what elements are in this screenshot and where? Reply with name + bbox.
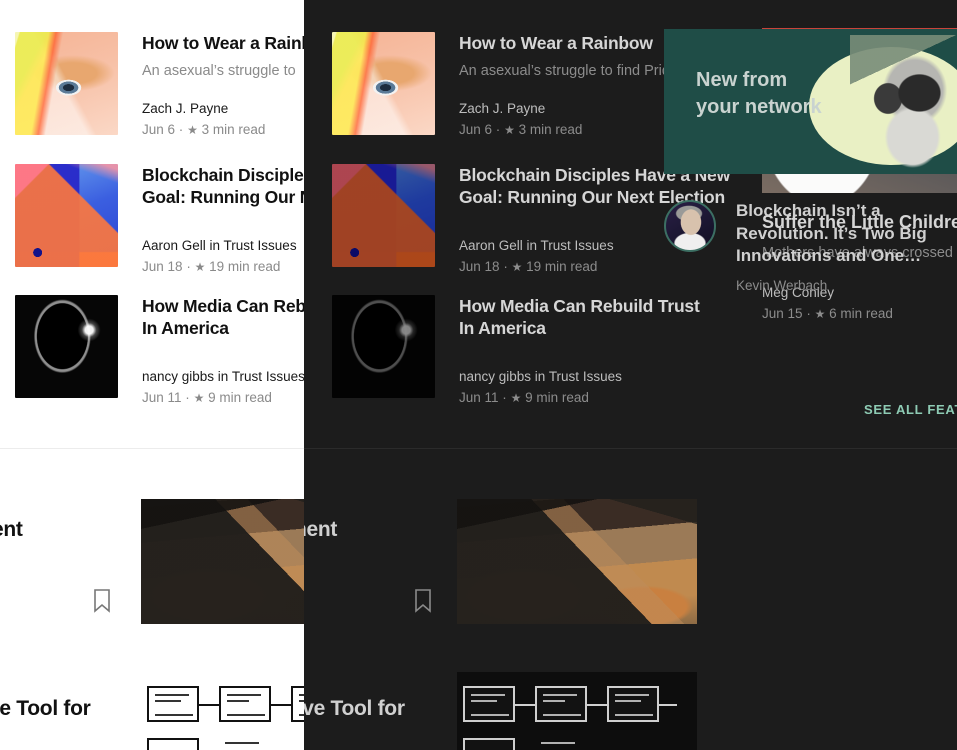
screenshot-stage: How to Wear a Rainbo An asexual’s strugg…: [0, 0, 957, 750]
network-article-title[interactable]: Blockchain Isn’t a Revolution. It’s Two …: [736, 200, 946, 268]
network-article-row[interactable]: Blockchain Isn’t a Revolution. It’s Two …: [664, 200, 946, 293]
network-card-label-line: your network: [696, 96, 822, 118]
article-thumbnail[interactable]: [332, 32, 435, 135]
meta-separator: ·: [185, 390, 190, 406]
article-meta: Jun 11 · ★ 9 min read: [142, 390, 304, 405]
article-meta: Jun 6 · ★ 3 min read: [142, 122, 304, 137]
light-theme-content: How to Wear a Rainbo An asexual’s strugg…: [0, 0, 304, 750]
article-row[interactable]: How Media Can Rebu In America nancy gibb…: [15, 295, 304, 405]
article-title[interactable]: How Media Can Rebuild Trust In America: [459, 295, 799, 339]
dark-theme-content: How to Wear a Rainbow An asexual’s strug…: [304, 0, 957, 750]
article-title-line: Goal: Running Our Ne: [142, 187, 304, 208]
featured-read-time: 6 min read: [829, 305, 893, 321]
section-divider: [304, 448, 957, 449]
article-read-time: 3 min read: [518, 122, 583, 138]
article-thumbnail[interactable]: [15, 164, 118, 267]
article-read-time: 9 min read: [208, 390, 272, 406]
section-divider: [0, 448, 304, 449]
article-date: Jun 11: [142, 390, 182, 406]
article-title[interactable]: How Media Can Rebu In America: [142, 295, 304, 339]
network-article-title-line: Blockchain Isn’t a: [736, 201, 881, 220]
article-title-line: In America: [142, 318, 229, 339]
article-thumbnail[interactable]: [332, 295, 435, 398]
star-icon: ★: [814, 306, 826, 321]
article-text: How Media Can Rebu In America nancy gibb…: [142, 295, 304, 405]
meta-separator: ·: [503, 259, 508, 275]
network-article-title-line: Revolution. It’s Two Big: [736, 223, 927, 243]
network-article-author[interactable]: Kevin Werbach: [736, 278, 946, 293]
star-icon: ★: [187, 123, 198, 138]
article-author[interactable]: nancy gibbs in Trust Issues: [459, 369, 799, 384]
article-meta: Jun 18 · ★ 19 min read: [142, 259, 304, 274]
article-meta: Jun 11 · ★ 9 min read: [459, 390, 799, 405]
article-thumbnail[interactable]: [15, 32, 118, 135]
article-title-line: Blockchain Disciples: [142, 165, 304, 185]
bookmark-icon[interactable]: [93, 589, 111, 613]
star-icon: ★: [510, 391, 522, 406]
article-subtitle: An asexual’s struggle to: [142, 63, 296, 80]
network-card-label: New from your network: [696, 67, 822, 121]
meta-separator: ·: [495, 122, 501, 138]
star-icon: ★: [504, 123, 515, 138]
article-author[interactable]: nancy gibbs in Trust Issues: [142, 369, 304, 384]
meta-separator: ·: [806, 305, 811, 321]
light-theme-panel: How to Wear a Rainbo An asexual’s strugg…: [0, 0, 304, 750]
lower-article-image[interactable]: [141, 499, 304, 624]
star-icon: ★: [194, 260, 206, 275]
article-date: Jun 18: [459, 259, 500, 275]
article-row[interactable]: How Media Can Rebuild Trust In America n…: [332, 295, 799, 405]
article-date: Jun 11: [459, 390, 499, 406]
avatar[interactable]: [664, 200, 716, 252]
article-title[interactable]: How to Wear a Rainbo: [142, 32, 304, 54]
featured-article-meta: Jun 15 · ★ 6 min read: [762, 306, 957, 321]
star-icon: ★: [193, 391, 205, 406]
dark-theme-panel: How to Wear a Rainbow An asexual’s strug…: [304, 0, 957, 750]
article-author[interactable]: Aaron Gell in Trust Issues: [142, 238, 304, 253]
new-from-network-card[interactable]: New from your network: [664, 29, 957, 174]
article-read-time: 3 min read: [201, 122, 266, 138]
lower-article-title[interactable]: tive Tool for: [304, 697, 405, 721]
lower-article-image[interactable]: [141, 672, 304, 750]
lower-article-title[interactable]: hent: [304, 518, 337, 542]
article-read-time: 19 min read: [209, 259, 281, 275]
article-text: Blockchain Disciples Goal: Running Our N…: [142, 164, 304, 274]
article-title-line: In America: [459, 318, 546, 339]
lower-article-image[interactable]: [457, 499, 697, 624]
article-date: Jun 6: [459, 122, 493, 138]
star-icon: ★: [511, 260, 523, 275]
article-read-time: 19 min read: [526, 259, 598, 275]
article-title-line: How Media Can Rebuild Trust: [459, 296, 700, 316]
lower-article-title[interactable]: ent: [0, 518, 23, 542]
featured-date: Jun 15: [762, 305, 803, 321]
article-title[interactable]: Blockchain Disciples Goal: Running Our N…: [142, 164, 304, 208]
bookmark-icon[interactable]: [414, 589, 432, 613]
article-thumbnail[interactable]: [15, 295, 118, 398]
network-article-title-line: Innovations and One…: [736, 246, 922, 266]
lower-article-image[interactable]: [457, 672, 697, 750]
see-all-featured-link[interactable]: SEE ALL FEATURED: [864, 402, 957, 417]
article-date: Jun 6: [142, 122, 176, 138]
article-row[interactable]: How to Wear a Rainbo An asexual’s strugg…: [15, 32, 304, 137]
article-text: How Media Can Rebuild Trust In America n…: [459, 295, 799, 405]
article-row[interactable]: Blockchain Disciples Goal: Running Our N…: [15, 164, 304, 274]
meta-separator: ·: [502, 390, 507, 406]
article-text: How to Wear a Rainbo An asexual’s strugg…: [142, 32, 304, 137]
meta-separator: ·: [186, 259, 191, 275]
lower-article-title[interactable]: ve Tool for: [0, 697, 91, 721]
vr-headset-illustration: [850, 35, 957, 173]
network-article-text: Blockchain Isn’t a Revolution. It’s Two …: [736, 200, 946, 293]
network-card-label-line: New from: [696, 69, 788, 91]
article-title-line: How Media Can Rebu: [142, 296, 304, 316]
article-author[interactable]: Zach J. Payne: [142, 101, 304, 116]
article-read-time: 9 min read: [525, 390, 589, 406]
meta-separator: ·: [178, 122, 184, 138]
article-date: Jun 18: [142, 259, 183, 275]
article-thumbnail[interactable]: [332, 164, 435, 267]
